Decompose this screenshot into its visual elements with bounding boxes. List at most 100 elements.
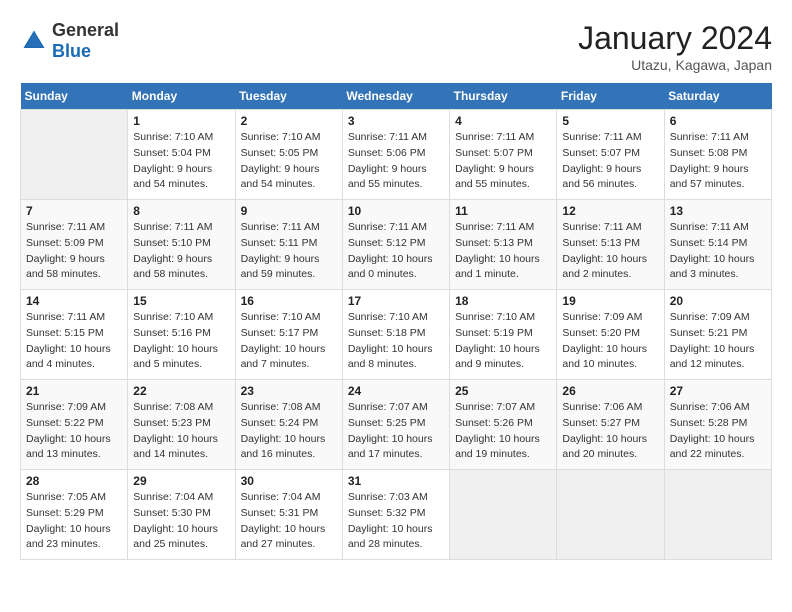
day-info: Sunrise: 7:10 AMSunset: 5:17 PMDaylight:…	[241, 310, 337, 373]
day-info: Sunrise: 7:11 AMSunset: 5:07 PMDaylight:…	[455, 130, 551, 193]
day-number: 6	[670, 114, 766, 128]
day-number: 18	[455, 294, 551, 308]
calendar-cell	[21, 110, 128, 200]
calendar-cell: 19 Sunrise: 7:09 AMSunset: 5:20 PMDayligh…	[557, 290, 664, 380]
day-info: Sunrise: 7:11 AMSunset: 5:06 PMDaylight:…	[348, 130, 444, 193]
calendar-cell: 3 Sunrise: 7:11 AMSunset: 5:06 PMDaylight…	[342, 110, 449, 200]
day-info: Sunrise: 7:08 AMSunset: 5:24 PMDaylight:…	[241, 400, 337, 463]
calendar-table: SundayMondayTuesdayWednesdayThursdayFrid…	[20, 83, 772, 560]
day-number: 26	[562, 384, 658, 398]
day-info: Sunrise: 7:11 AMSunset: 5:14 PMDaylight:…	[670, 220, 766, 283]
calendar-header-row: SundayMondayTuesdayWednesdayThursdayFrid…	[21, 83, 772, 110]
calendar-week-2: 7Sunrise: 7:11 AMSunset: 5:09 PMDaylight…	[21, 200, 772, 290]
calendar-cell: 24Sunrise: 7:07 AMSunset: 5:25 PMDayligh…	[342, 380, 449, 470]
day-info: Sunrise: 7:09 AMSunset: 5:20 PMDaylight:…	[562, 310, 658, 373]
day-info: Sunrise: 7:07 AMSunset: 5:26 PMDaylight:…	[455, 400, 551, 463]
day-number: 11	[455, 204, 551, 218]
page-header: General Blue January 2024 Utazu, Kagawa,…	[20, 20, 772, 73]
calendar-cell: 8 Sunrise: 7:11 AMSunset: 5:10 PMDaylight…	[128, 200, 235, 290]
day-info: Sunrise: 7:10 AMSunset: 5:05 PMDaylight:…	[241, 130, 337, 193]
calendar-cell: 16 Sunrise: 7:10 AMSunset: 5:17 PMDayligh…	[235, 290, 342, 380]
day-number: 1	[133, 114, 229, 128]
column-header-wednesday: Wednesday	[342, 83, 449, 110]
calendar-cell: 31Sunrise: 7:03 AMSunset: 5:32 PMDayligh…	[342, 470, 449, 560]
subtitle: Utazu, Kagawa, Japan	[578, 57, 772, 73]
day-info: Sunrise: 7:10 AMSunset: 5:04 PMDaylight:…	[133, 130, 229, 193]
day-number: 30	[241, 474, 337, 488]
logo-general-text: General	[52, 20, 119, 40]
logo-icon	[20, 27, 48, 55]
day-number: 29	[133, 474, 229, 488]
day-number: 19	[562, 294, 658, 308]
day-info: Sunrise: 7:11 AMSunset: 5:10 PMDaylight:…	[133, 220, 229, 283]
calendar-cell	[557, 470, 664, 560]
calendar-cell	[450, 470, 557, 560]
calendar-cell: 1 Sunrise: 7:10 AMSunset: 5:04 PMDaylight…	[128, 110, 235, 200]
day-number: 15	[133, 294, 229, 308]
logo-blue-text: Blue	[52, 41, 91, 61]
calendar-cell: 15 Sunrise: 7:10 AMSunset: 5:16 PMDayligh…	[128, 290, 235, 380]
calendar-cell: 28 Sunrise: 7:05 AMSunset: 5:29 PMDayligh…	[21, 470, 128, 560]
day-number: 20	[670, 294, 766, 308]
day-number: 9	[241, 204, 337, 218]
calendar-cell: 13 Sunrise: 7:11 AMSunset: 5:14 PMDayligh…	[664, 200, 771, 290]
day-number: 10	[348, 204, 444, 218]
day-number: 27	[670, 384, 766, 398]
day-number: 5	[562, 114, 658, 128]
day-number: 14	[26, 294, 122, 308]
day-number: 23	[241, 384, 337, 398]
day-info: Sunrise: 7:11 AMSunset: 5:13 PMDaylight:…	[455, 220, 551, 283]
day-info: Sunrise: 7:10 AMSunset: 5:16 PMDaylight:…	[133, 310, 229, 373]
day-number: 13	[670, 204, 766, 218]
calendar-cell: 6 Sunrise: 7:11 AMSunset: 5:08 PMDaylight…	[664, 110, 771, 200]
day-info: Sunrise: 7:05 AMSunset: 5:29 PMDaylight:…	[26, 490, 122, 553]
calendar-cell: 9 Sunrise: 7:11 AMSunset: 5:11 PMDaylight…	[235, 200, 342, 290]
title-block: January 2024 Utazu, Kagawa, Japan	[578, 20, 772, 73]
column-header-tuesday: Tuesday	[235, 83, 342, 110]
day-number: 8	[133, 204, 229, 218]
calendar-body: 1 Sunrise: 7:10 AMSunset: 5:04 PMDaylight…	[21, 110, 772, 560]
day-info: Sunrise: 7:11 AMSunset: 5:15 PMDaylight:…	[26, 310, 122, 373]
day-number: 12	[562, 204, 658, 218]
day-number: 24	[348, 384, 444, 398]
day-info: Sunrise: 7:11 AMSunset: 5:11 PMDaylight:…	[241, 220, 337, 283]
calendar-cell: 30 Sunrise: 7:04 AMSunset: 5:31 PMDayligh…	[235, 470, 342, 560]
column-header-sunday: Sunday	[21, 83, 128, 110]
day-number: 21	[26, 384, 122, 398]
day-number: 28	[26, 474, 122, 488]
column-header-monday: Monday	[128, 83, 235, 110]
day-info: Sunrise: 7:11 AMSunset: 5:08 PMDaylight:…	[670, 130, 766, 193]
day-info: Sunrise: 7:11 AMSunset: 5:12 PMDaylight:…	[348, 220, 444, 283]
day-info: Sunrise: 7:04 AMSunset: 5:31 PMDaylight:…	[241, 490, 337, 553]
column-header-thursday: Thursday	[450, 83, 557, 110]
day-number: 17	[348, 294, 444, 308]
calendar-cell: 10 Sunrise: 7:11 AMSunset: 5:12 PMDayligh…	[342, 200, 449, 290]
calendar-cell: 5Sunrise: 7:11 AMSunset: 5:07 PMDaylight…	[557, 110, 664, 200]
day-number: 16	[241, 294, 337, 308]
day-number: 31	[348, 474, 444, 488]
day-number: 22	[133, 384, 229, 398]
calendar-cell: 11 Sunrise: 7:11 AMSunset: 5:13 PMDayligh…	[450, 200, 557, 290]
day-info: Sunrise: 7:09 AMSunset: 5:22 PMDaylight:…	[26, 400, 122, 463]
calendar-cell: 25Sunrise: 7:07 AMSunset: 5:26 PMDayligh…	[450, 380, 557, 470]
calendar-cell: 2 Sunrise: 7:10 AMSunset: 5:05 PMDaylight…	[235, 110, 342, 200]
calendar-cell: 4Sunrise: 7:11 AMSunset: 5:07 PMDaylight…	[450, 110, 557, 200]
day-number: 2	[241, 114, 337, 128]
calendar-cell: 27 Sunrise: 7:06 AMSunset: 5:28 PMDayligh…	[664, 380, 771, 470]
logo: General Blue	[20, 20, 119, 62]
day-info: Sunrise: 7:04 AMSunset: 5:30 PMDaylight:…	[133, 490, 229, 553]
day-info: Sunrise: 7:09 AMSunset: 5:21 PMDaylight:…	[670, 310, 766, 373]
calendar-week-4: 21 Sunrise: 7:09 AMSunset: 5:22 PMDayligh…	[21, 380, 772, 470]
day-number: 7	[26, 204, 122, 218]
calendar-cell: 29 Sunrise: 7:04 AMSunset: 5:30 PMDayligh…	[128, 470, 235, 560]
column-header-saturday: Saturday	[664, 83, 771, 110]
day-info: Sunrise: 7:06 AMSunset: 5:28 PMDaylight:…	[670, 400, 766, 463]
day-number: 3	[348, 114, 444, 128]
column-header-friday: Friday	[557, 83, 664, 110]
calendar-cell: 14 Sunrise: 7:11 AMSunset: 5:15 PMDayligh…	[21, 290, 128, 380]
calendar-cell: 20 Sunrise: 7:09 AMSunset: 5:21 PMDayligh…	[664, 290, 771, 380]
calendar-week-1: 1 Sunrise: 7:10 AMSunset: 5:04 PMDaylight…	[21, 110, 772, 200]
calendar-cell: 21 Sunrise: 7:09 AMSunset: 5:22 PMDayligh…	[21, 380, 128, 470]
calendar-cell: 12Sunrise: 7:11 AMSunset: 5:13 PMDayligh…	[557, 200, 664, 290]
calendar-cell: 22Sunrise: 7:08 AMSunset: 5:23 PMDayligh…	[128, 380, 235, 470]
